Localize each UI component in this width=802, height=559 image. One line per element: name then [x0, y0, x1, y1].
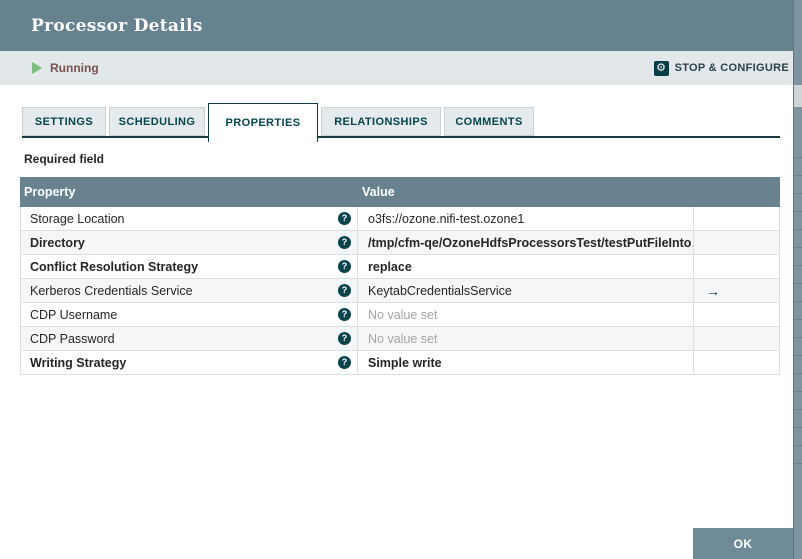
- goto-cell: [694, 303, 779, 326]
- help-icon[interactable]: ?: [338, 260, 351, 273]
- column-header-property: Property: [24, 185, 76, 199]
- help-icon[interactable]: ?: [338, 284, 351, 297]
- value-cell: o3fs://ozone.nifi-test.ozone1: [358, 207, 694, 230]
- goto-cell: [694, 231, 779, 254]
- tab-bar: SETTINGS SCHEDULING PROPERTIES RELATIONSHIP…: [22, 103, 780, 142]
- goto-service-arrow-icon[interactable]: →: [706, 283, 720, 299]
- value-cell: No value set: [358, 303, 694, 326]
- property-name: CDP Password: [30, 331, 115, 346]
- property-cell: Kerberos Credentials Service ?: [21, 279, 358, 302]
- table-row: Conflict Resolution Strategy ? replace: [21, 255, 779, 279]
- tab-relationships[interactable]: RELATIONSHIPS: [321, 107, 441, 136]
- ok-button[interactable]: OK: [693, 528, 793, 559]
- dialog-header: Processor Details: [0, 0, 793, 51]
- tab-label: SCHEDULING: [118, 115, 196, 128]
- property-name: Conflict Resolution Strategy: [30, 259, 199, 274]
- goto-cell: [694, 351, 779, 374]
- status-label: Running: [50, 61, 99, 75]
- property-name: Writing Strategy: [30, 355, 127, 370]
- required-field-label: Required field: [24, 152, 105, 166]
- help-icon[interactable]: ?: [338, 212, 351, 225]
- value-cell: No value set: [358, 327, 694, 350]
- tab-properties[interactable]: PROPERTIES: [208, 103, 318, 142]
- property-name: Storage Location: [30, 211, 125, 226]
- property-cell: Writing Strategy ?: [21, 351, 358, 374]
- tab-label: SETTINGS: [34, 115, 94, 128]
- property-name: Kerberos Credentials Service: [30, 283, 193, 298]
- property-cell: Storage Location ?: [21, 207, 358, 230]
- goto-cell: [694, 207, 779, 230]
- stop-and-configure-button[interactable]: ⚙ STOP & CONFIGURE: [653, 51, 789, 85]
- table-row: CDP Username ? No value set: [21, 303, 779, 327]
- property-cell: CDP Password ?: [21, 327, 358, 350]
- goto-cell: [694, 255, 779, 278]
- gear-icon: ⚙: [653, 60, 669, 76]
- value-cell: replace: [358, 255, 694, 278]
- table-body: Storage Location ? o3fs://ozone.nifi-tes…: [20, 207, 780, 375]
- status-bar: Running ⚙ STOP & CONFIGURE: [0, 51, 793, 85]
- table-row: CDP Password ? No value set: [21, 327, 779, 351]
- help-icon[interactable]: ?: [338, 356, 351, 369]
- properties-table: Property Value Storage Location ? o3fs:/…: [20, 177, 780, 375]
- table-header-row: Property Value: [20, 177, 780, 207]
- tab-scheduling[interactable]: SCHEDULING: [109, 107, 205, 136]
- goto-cell: →: [694, 279, 779, 302]
- value-cell: /tmp/cfm-qe/OzoneHdfsProcessorsTest/test…: [358, 231, 694, 254]
- tab-label: RELATIONSHIPS: [334, 115, 428, 128]
- tab-label: COMMENTS: [455, 115, 523, 128]
- property-cell: Conflict Resolution Strategy ?: [21, 255, 358, 278]
- background-page-strip: [793, 0, 802, 559]
- value-cell: Simple write: [358, 351, 694, 374]
- help-icon[interactable]: ?: [338, 308, 351, 321]
- table-row: Writing Strategy ? Simple write: [21, 351, 779, 375]
- property-cell: CDP Username ?: [21, 303, 358, 326]
- property-name: CDP Username: [30, 307, 118, 322]
- value-cell: KeytabCredentialsService: [358, 279, 694, 302]
- table-row: Storage Location ? o3fs://ozone.nifi-tes…: [21, 207, 779, 231]
- column-header-value: Value: [362, 185, 395, 199]
- table-row: Directory ? /tmp/cfm-qe/OzoneHdfsProcess…: [21, 231, 779, 255]
- property-cell: Directory ?: [21, 231, 358, 254]
- help-icon[interactable]: ?: [338, 236, 351, 249]
- screen: Processor Details Running ⚙ STOP & CONFI…: [0, 0, 802, 559]
- tab-comments[interactable]: COMMENTS: [444, 107, 534, 136]
- property-name: Directory: [30, 235, 85, 250]
- goto-cell: [694, 327, 779, 350]
- tab-label: PROPERTIES: [225, 117, 301, 129]
- processor-details-dialog: Processor Details Running ⚙ STOP & CONFI…: [0, 0, 793, 559]
- play-icon: [32, 62, 42, 74]
- stop-and-configure-label: STOP & CONFIGURE: [674, 62, 789, 74]
- help-icon[interactable]: ?: [338, 332, 351, 345]
- dialog-title: Processor Details: [31, 15, 203, 36]
- table-row: Kerberos Credentials Service ? KeytabCre…: [21, 279, 779, 303]
- tab-settings[interactable]: SETTINGS: [22, 107, 106, 136]
